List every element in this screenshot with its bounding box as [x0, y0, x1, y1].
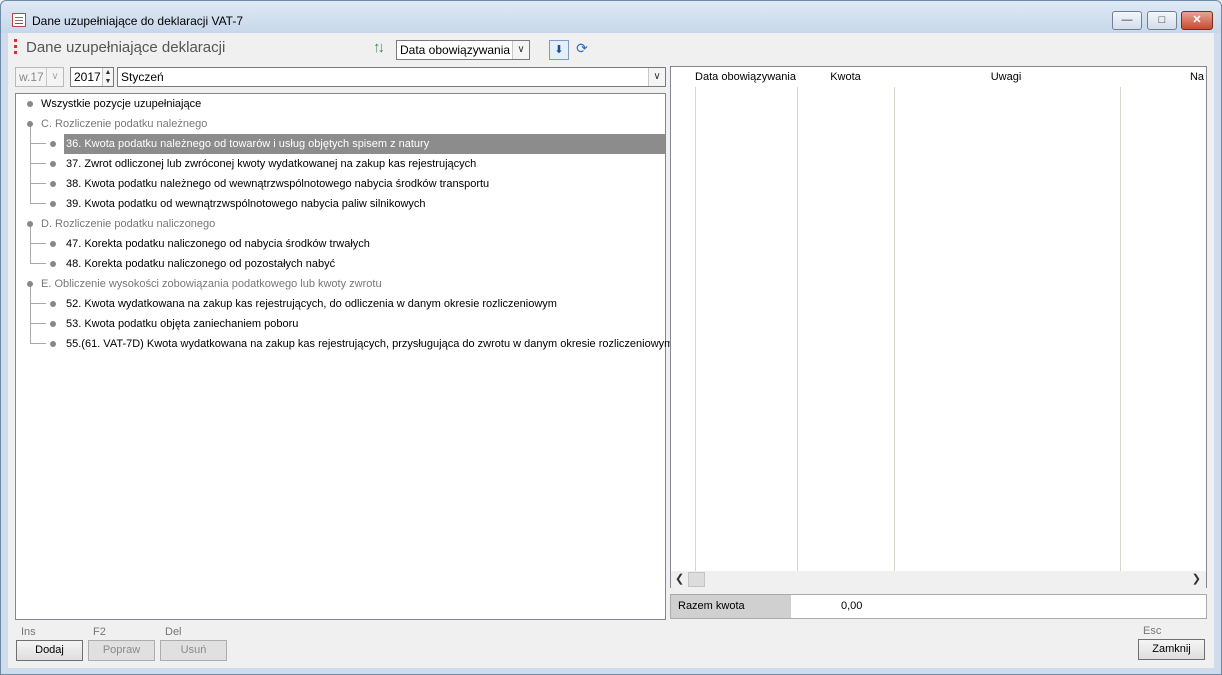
edit-button[interactable]: Popraw [88, 640, 155, 661]
delete-key-hint: Del [165, 626, 182, 638]
year-stepper[interactable]: 2017 ▲ ▼ [70, 67, 114, 87]
tree-item-36[interactable]: 36. Kwota podatku należnego od towarów i… [64, 134, 665, 154]
chevron-down-icon[interactable]: ∨ [512, 41, 529, 59]
tree-section-d[interactable]: D. Rozliczenie podatku naliczonego [41, 214, 215, 234]
scroll-thumb[interactable] [688, 572, 705, 587]
tree-bullet-icon [50, 301, 56, 307]
tree-item-53[interactable]: 53. Kwota podatku objęta zaniechaniem po… [66, 314, 298, 334]
tree-item-37[interactable]: 37. Zwrot odliczonej lub zwróconej kwoty… [66, 154, 476, 174]
tree-connector [30, 163, 46, 164]
horizontal-scrollbar[interactable]: ❮ ❯ [671, 571, 1206, 588]
chevron-down-icon[interactable]: ∨ [648, 68, 665, 86]
title-bar: Dane uzupełniające do deklaracji VAT-7 —… [1, 1, 1221, 33]
window-title: Dane uzupełniające do deklaracji VAT-7 [32, 14, 244, 28]
tree-connector [30, 227, 31, 264]
column-divider [695, 87, 696, 571]
entries-grid[interactable]: Data obowiązywania Kwota Uwagi Na ❮ ❯ [670, 66, 1207, 588]
month-value: Styczeń [121, 70, 164, 84]
column-header-na[interactable]: Na [1119, 67, 1206, 87]
month-select[interactable]: Styczeń ∨ [117, 67, 666, 87]
tree-section-c[interactable]: C. Rozliczenie podatku należnego [41, 114, 207, 134]
tree-bullet-icon [50, 341, 56, 347]
total-value: 0,00 [841, 600, 863, 612]
tree-item-47[interactable]: 47. Korekta podatku naliczonego od nabyc… [66, 234, 370, 254]
column-divider [797, 87, 798, 571]
tree-connector [30, 287, 31, 344]
chevron-down-icon[interactable]: ∨ [46, 68, 63, 86]
main-window: Dane uzupełniające do deklaracji VAT-7 —… [0, 0, 1222, 675]
version-select[interactable]: w.17 ∨ [15, 67, 64, 87]
tree-connector [30, 303, 46, 304]
close-window-button[interactable]: ✕ [1181, 11, 1213, 30]
tree-item-root[interactable]: Wszystkie pozycje uzupełniające [41, 94, 201, 114]
tree-connector [30, 343, 46, 344]
refresh-icon[interactable]: ⟳ [572, 39, 592, 59]
page-title: Dane uzupełniające deklaracji [26, 39, 226, 56]
sort-icon[interactable]: ↑↓ [373, 39, 385, 56]
menu-dots-icon[interactable] [14, 39, 17, 55]
tree-item-55[interactable]: 55.(61. VAT-7D) Kwota wydatkowana na zak… [66, 334, 673, 354]
minimize-button[interactable]: — [1112, 11, 1142, 30]
tree-connector [30, 323, 46, 324]
tree-bullet-icon [27, 101, 33, 107]
delete-button[interactable]: Usuń [160, 640, 227, 661]
download-icon[interactable]: ⬇ [549, 40, 569, 60]
tree-section-e[interactable]: E. Obliczenie wysokości zobowiązania pod… [41, 274, 382, 294]
tree-connector [30, 143, 46, 144]
version-value: w.17 [19, 70, 44, 84]
tree-bullet-icon [50, 261, 56, 267]
chevron-left-icon[interactable]: ❮ [675, 572, 684, 585]
tree-bullet-icon [50, 181, 56, 187]
total-label: Razem kwota [671, 595, 791, 618]
tree-bullet-icon [50, 141, 56, 147]
tree-connector [30, 127, 31, 204]
header-bar: Dane uzupełniające deklaracji ↑↓ Data ob… [8, 33, 1214, 63]
spin-arrows-icon[interactable]: ▲ ▼ [102, 68, 113, 86]
tree-bullet-icon [50, 321, 56, 327]
column-header-notes[interactable]: Uwagi [893, 67, 1119, 87]
chevron-right-icon[interactable]: ❯ [1192, 572, 1201, 585]
column-divider [1120, 87, 1121, 571]
tree-bullet-icon [50, 241, 56, 247]
maximize-button[interactable]: □ [1147, 11, 1177, 30]
tree-item-38[interactable]: 38. Kwota podatku należnego od wewnątrzw… [66, 174, 489, 194]
close-button[interactable]: Zamknij [1138, 639, 1205, 660]
tree-item-52[interactable]: 52. Kwota wydatkowana na zakup kas rejes… [66, 294, 557, 314]
column-header-date[interactable]: Data obowiązywania [693, 67, 798, 87]
tree-connector [30, 263, 46, 264]
add-button[interactable]: Dodaj [16, 640, 83, 661]
close-key-hint: Esc [1143, 625, 1162, 637]
tree-bullet-icon [50, 201, 56, 207]
tree-item-48[interactable]: 48. Korekta podatku naliczonego od pozos… [66, 254, 335, 274]
year-value: 2017 [74, 70, 101, 84]
tree-item-39[interactable]: 39. Kwota podatku od wewnątrzwspólnotowe… [66, 194, 426, 214]
sort-field-value: Data obowiązywania [400, 43, 511, 57]
tree-connector [30, 243, 46, 244]
column-header-amount[interactable]: Kwota [798, 67, 893, 87]
total-bar: Razem kwota 0,00 [670, 594, 1207, 619]
document-icon [12, 13, 26, 27]
column-divider [894, 87, 895, 571]
tree-bullet-icon [50, 161, 56, 167]
add-key-hint: Ins [21, 626, 36, 638]
edit-key-hint: F2 [93, 626, 106, 638]
tree-connector [30, 203, 46, 204]
positions-tree[interactable]: Wszystkie pozycje uzupełniające C. Rozli… [15, 93, 673, 620]
tree-connector [30, 183, 46, 184]
client-area: Dane uzupełniające deklaracji ↑↓ Data ob… [8, 33, 1214, 668]
sort-field-select[interactable]: Data obowiązywania ∨ [396, 40, 530, 60]
